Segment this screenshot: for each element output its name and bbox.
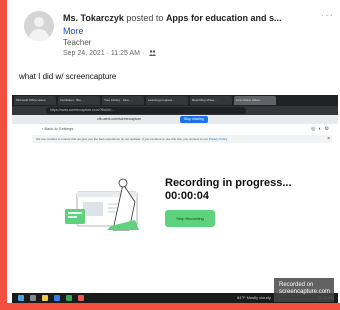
chrome-icon xyxy=(66,295,72,301)
post-date: Sep 24, 2021 · 11:25 AM · xyxy=(63,50,157,57)
browser-tab: Recording Video... xyxy=(190,96,232,105)
cookie-banner: We use cookies to ensure that we give yo… xyxy=(32,135,332,143)
privacy-policy-link: Privacy Policy xyxy=(208,137,228,141)
post-menu-icon[interactable]: ··· xyxy=(321,10,334,21)
avatar[interactable] xyxy=(24,11,54,41)
author-name[interactable]: Ms. Tokarczyk xyxy=(63,13,124,23)
stop-recording-button: Stop Recording xyxy=(165,210,215,227)
back-to-settings-link: ‹ Back to Settings xyxy=(42,126,74,131)
weather-status: 84°F Mostly cloudy xyxy=(237,295,271,300)
app-icon xyxy=(78,295,84,301)
browser-tab-active: Live Online Video... xyxy=(234,96,276,105)
browser-tab: Microsoft Office Home xyxy=(14,96,56,105)
browser-tab: Your Library · Scre... xyxy=(102,96,144,105)
post-card: Ms. Tokarczyk posted to Apps for educati… xyxy=(7,0,340,303)
recording-timer: 00:00:04 xyxy=(165,190,210,202)
browser-tab-bar: Microsoft Office Home Ira Nelson · Bre..… xyxy=(12,95,338,106)
post-text: what I did w/ screencapture xyxy=(19,72,117,81)
post-header: Ms. Tokarczyk posted to Apps for educati… xyxy=(63,13,313,23)
edge-icon xyxy=(54,295,60,301)
post-date-text: Sep 24, 2021 · 11:25 AM · xyxy=(63,50,145,57)
screen-recording-image[interactable]: Microsoft Office Home Ira Nelson · Bre..… xyxy=(12,95,338,303)
folder-icon xyxy=(42,295,48,301)
search-icon xyxy=(30,295,36,301)
close-icon: × xyxy=(327,136,330,142)
windows-icon xyxy=(18,295,24,301)
watermark-line-1: Recorded on xyxy=(279,282,314,288)
group-name[interactable]: Apps for education and s... xyxy=(166,13,282,23)
watermark-line-2: screencapture.com xyxy=(279,289,331,295)
cookie-banner-text: We use cookies to ensure that we give yo… xyxy=(36,137,208,141)
recording-status-title: Recording in progress... xyxy=(165,177,292,189)
more-link[interactable]: More xyxy=(63,26,84,36)
browser-tab: Learning progress... xyxy=(146,96,188,105)
page-toolbar-icons: ◎◐⚙ xyxy=(311,126,332,132)
url-text: https://www.screencapture.com/?fbclid=..… xyxy=(46,107,246,114)
browser-address-bar: https://www.screencapture.com/?fbclid=..… xyxy=(12,106,338,115)
audience-icon xyxy=(149,50,157,57)
author-role: Teacher xyxy=(63,38,92,47)
screen-share-bar: cfb.uemr.com/screencapture Stop sharing xyxy=(12,115,338,124)
recording-illustration xyxy=(65,178,139,231)
posted-to-text: posted to xyxy=(126,13,164,23)
browser-tab: Ira Nelson · Bre... xyxy=(58,96,100,105)
sharing-text: cfb.uemr.com/screencapture xyxy=(97,117,142,121)
screencapture-watermark: Recorded on screencapture.com xyxy=(274,278,334,302)
stop-sharing-button: Stop sharing xyxy=(180,116,208,123)
